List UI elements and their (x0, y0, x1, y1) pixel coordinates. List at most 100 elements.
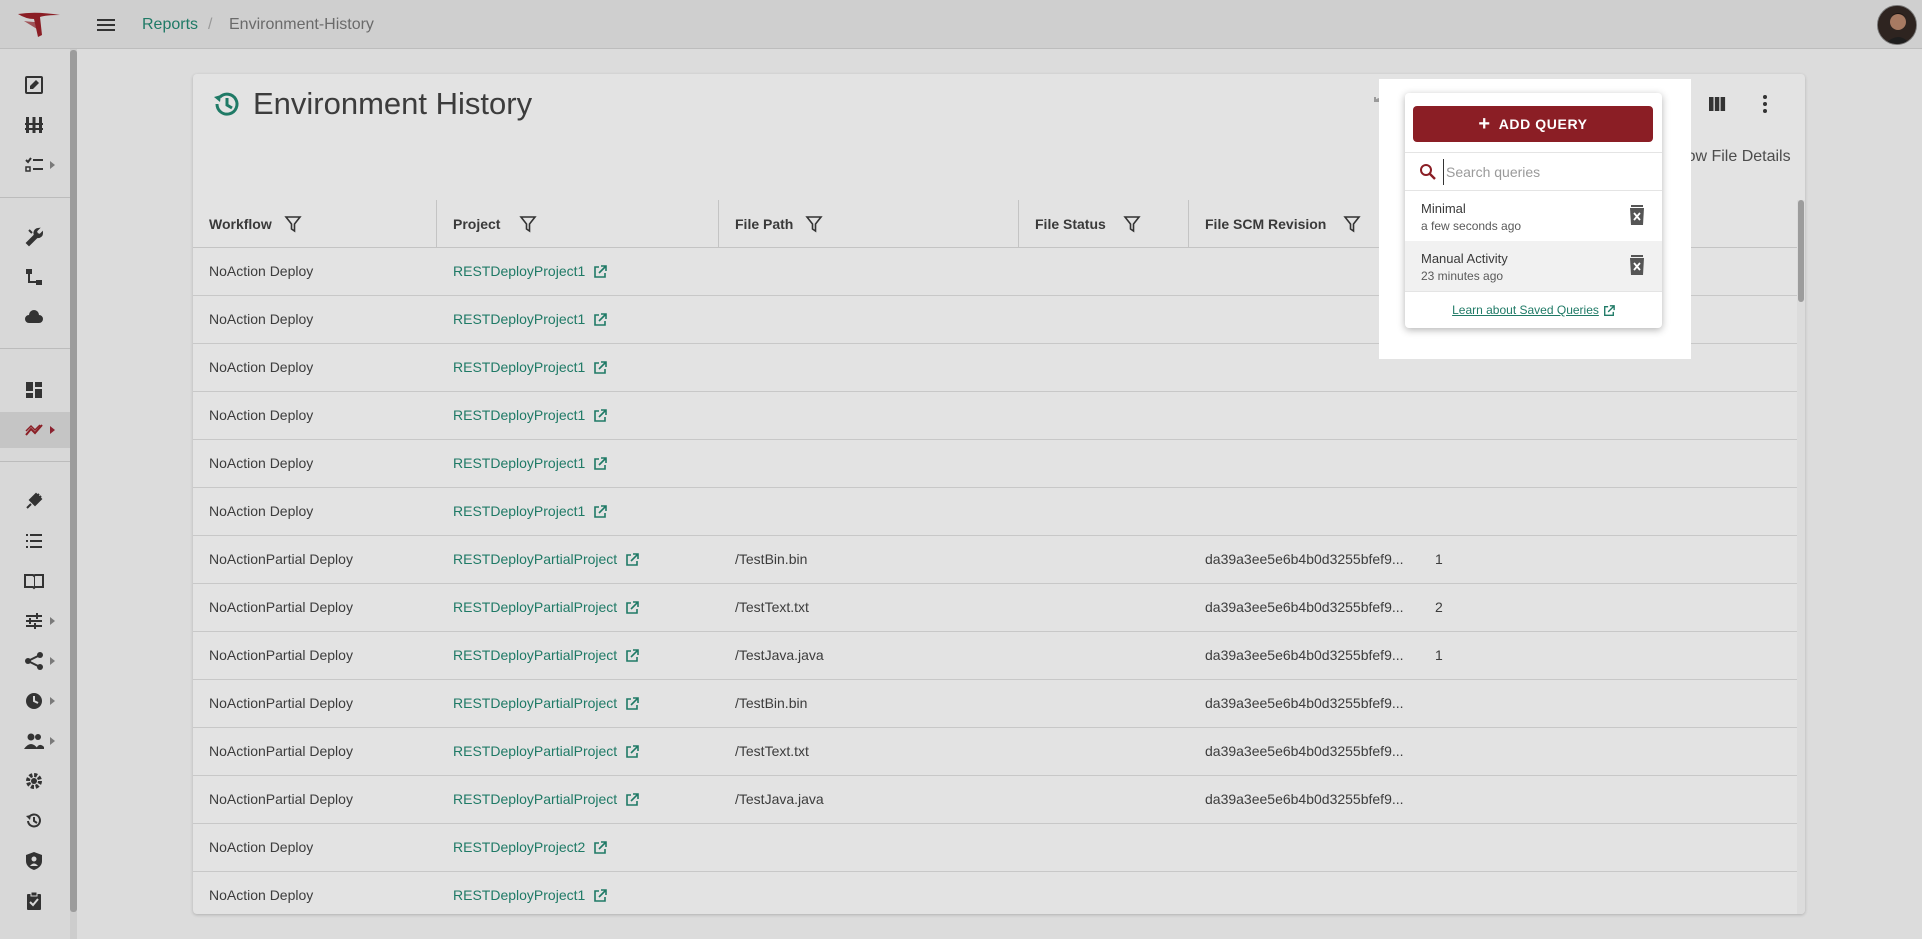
column-header-file-status[interactable]: File Status (1035, 200, 1141, 248)
table-row[interactable]: NoActionPartial Deploy RESTDeployPartialP… (193, 728, 1797, 776)
cell-project[interactable]: RESTDeployPartialProject (453, 776, 639, 824)
sidebar-item-workflow[interactable] (0, 259, 70, 295)
cell-project-text[interactable]: RESTDeployPartialProject (453, 791, 617, 807)
sidebar-scrollbar-thumb[interactable] (70, 50, 77, 912)
avatar[interactable] (1877, 5, 1917, 45)
sidebar-item-schedules[interactable] (0, 683, 70, 719)
cell-project-text[interactable]: RESTDeployProject1 (453, 455, 585, 471)
sidebar-item-list[interactable] (0, 523, 70, 559)
sidebar-item-plugins[interactable] (0, 483, 70, 519)
menu-icon[interactable] (94, 13, 118, 37)
cell-project[interactable]: RESTDeployProject1 (453, 248, 608, 296)
logo-icon[interactable] (16, 11, 62, 39)
cell-project-text[interactable]: RESTDeployProject2 (453, 839, 585, 855)
table-scrollbar-thumb[interactable] (1798, 200, 1804, 302)
table-row[interactable]: NoActionPartial Deploy RESTDeployPartialP… (193, 776, 1797, 824)
sidebar-item-reports[interactable] (0, 412, 70, 448)
cell-project-text[interactable]: RESTDeployProject1 (453, 407, 585, 423)
sidebar-item-cloud[interactable] (0, 299, 70, 335)
sidebar-item-settings-sliders[interactable] (0, 603, 70, 639)
filter-icon[interactable] (519, 215, 537, 233)
external-link-icon[interactable] (625, 697, 639, 711)
sidebar-item-settings[interactable] (0, 763, 70, 799)
cell-project[interactable]: RESTDeployProject1 (453, 440, 608, 488)
columns-icon[interactable] (1705, 92, 1729, 116)
delete-query-icon[interactable] (1627, 254, 1647, 276)
cell-project-text[interactable]: RESTDeployPartialProject (453, 551, 617, 567)
table-row[interactable]: NoActionPartial Deploy RESTDeployPartialP… (193, 536, 1797, 584)
cell-project[interactable]: RESTDeployPartialProject (453, 584, 639, 632)
cell-project-text[interactable]: RESTDeployPartialProject (453, 647, 617, 663)
cell-project[interactable]: RESTDeployPartialProject (453, 728, 639, 776)
cell-project[interactable]: RESTDeployProject1 (453, 344, 608, 392)
cell-project-text[interactable]: RESTDeployProject1 (453, 263, 585, 279)
saved-query-item[interactable]: Minimal a few seconds ago (1405, 191, 1662, 241)
search-queries-input[interactable] (1443, 159, 1653, 185)
delete-query-icon[interactable] (1627, 204, 1647, 226)
cell-project-text[interactable]: RESTDeployProject1 (453, 503, 585, 519)
external-link-icon[interactable] (625, 601, 639, 615)
cell-project[interactable]: RESTDeployProject2 (453, 824, 608, 872)
cell-project[interactable]: RESTDeployPartialProject (453, 536, 639, 584)
cell-project-text[interactable]: RESTDeployProject1 (453, 359, 585, 375)
external-link-icon[interactable] (593, 841, 608, 855)
cell-project-text[interactable]: RESTDeployProject1 (453, 311, 585, 327)
cell-project[interactable]: RESTDeployPartialProject (453, 680, 639, 728)
table-row[interactable]: NoAction Deploy RESTDeployProject1 (193, 872, 1797, 914)
sidebar-item-tools[interactable] (0, 219, 70, 255)
sidebar-item-history[interactable] (0, 803, 70, 839)
column-header-file-path[interactable]: File Path (735, 200, 823, 248)
external-link-icon[interactable] (593, 361, 608, 375)
cell-project-text[interactable]: RESTDeployPartialProject (453, 599, 617, 615)
breadcrumb-reports[interactable]: Reports (142, 16, 198, 34)
table-row[interactable]: NoAction Deploy RESTDeployProject1 (193, 440, 1797, 488)
column-header-project[interactable]: Project (453, 200, 537, 248)
cell-project[interactable]: RESTDeployProject1 (453, 296, 608, 344)
external-link-icon[interactable] (625, 793, 639, 807)
sidebar-item-network[interactable] (0, 643, 70, 679)
external-link-icon[interactable] (593, 265, 608, 279)
cell-project[interactable]: RESTDeployProject1 (453, 872, 608, 914)
sidebar-item-users[interactable] (0, 723, 70, 759)
filter-icon[interactable] (284, 215, 302, 233)
external-link-icon[interactable] (625, 649, 639, 663)
external-link-icon[interactable] (593, 505, 608, 519)
learn-saved-queries-link[interactable]: Learn about Saved Queries (1405, 303, 1662, 317)
external-link-icon[interactable] (625, 745, 639, 759)
table-scrollbar[interactable] (1797, 200, 1805, 914)
external-link-icon[interactable] (593, 889, 608, 903)
filter-icon[interactable] (1123, 215, 1141, 233)
add-query-button[interactable]: + ADD QUERY (1413, 106, 1653, 142)
external-link-icon[interactable] (593, 313, 608, 327)
sidebar-item-pipelines[interactable] (0, 107, 70, 143)
filter-icon[interactable] (1343, 215, 1361, 233)
cell-project[interactable]: RESTDeployProject1 (453, 392, 608, 440)
cell-project[interactable]: RESTDeployPartialProject (453, 632, 639, 680)
external-link-icon[interactable] (625, 553, 639, 567)
more-vertical-icon[interactable] (1753, 92, 1777, 116)
table-row[interactable]: NoActionPartial Deploy RESTDeployPartialP… (193, 584, 1797, 632)
sidebar-item-edit[interactable] (0, 67, 70, 103)
cell-project-text[interactable]: RESTDeployPartialProject (453, 695, 617, 711)
cell-workflow-text: NoActionPartial Deploy (209, 743, 353, 759)
external-link-icon[interactable] (593, 457, 608, 471)
column-header-workflow[interactable]: Workflow (209, 200, 302, 248)
sidebar-item-dashboard[interactable] (0, 372, 70, 408)
table-row[interactable]: NoAction Deploy RESTDeployProject1 (193, 488, 1797, 536)
saved-query-item[interactable]: Manual Activity 23 minutes ago (1405, 241, 1662, 291)
filter-icon[interactable] (805, 215, 823, 233)
external-link-icon[interactable] (593, 409, 608, 423)
column-header-file-scm-revision[interactable]: File SCM Revision (1205, 200, 1361, 248)
sidebar-item-checklist[interactable] (0, 147, 70, 183)
cell-project-text[interactable]: RESTDeployPartialProject (453, 743, 617, 759)
table-row[interactable]: NoActionPartial Deploy RESTDeployPartialP… (193, 632, 1797, 680)
sidebar-item-docs[interactable] (0, 563, 70, 599)
cell-project[interactable]: RESTDeployProject1 (453, 488, 608, 536)
avatar-image (1878, 6, 1916, 44)
sidebar-item-approvals[interactable] (0, 883, 70, 919)
sidebar-item-security[interactable] (0, 843, 70, 879)
cell-project-text[interactable]: RESTDeployProject1 (453, 887, 585, 903)
table-row[interactable]: NoAction Deploy RESTDeployProject2 (193, 824, 1797, 872)
table-row[interactable]: NoAction Deploy RESTDeployProject1 (193, 392, 1797, 440)
table-row[interactable]: NoActionPartial Deploy RESTDeployPartialP… (193, 680, 1797, 728)
